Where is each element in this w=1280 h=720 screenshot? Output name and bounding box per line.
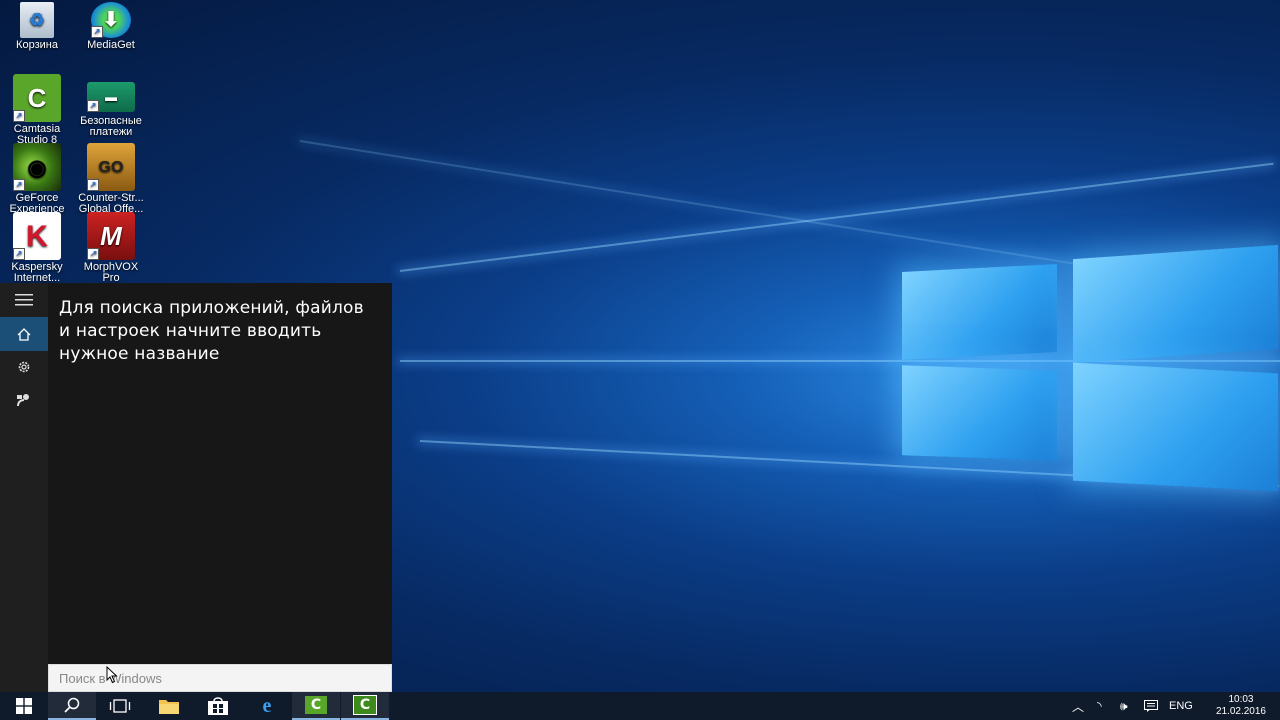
- camtasia-recorder-taskbar-button[interactable]: C: [341, 692, 389, 720]
- search-panel: Для поиска приложений, файлов и настроек…: [0, 283, 392, 692]
- language-indicator[interactable]: ENG: [1169, 692, 1193, 720]
- network-button[interactable]: ◝: [1097, 692, 1102, 720]
- action-center-button[interactable]: [1144, 692, 1158, 720]
- start-button[interactable]: [0, 692, 48, 720]
- home-icon[interactable]: [0, 317, 48, 351]
- feedback-icon[interactable]: [0, 383, 48, 417]
- chevron-up-icon: ︿: [1072, 699, 1085, 714]
- edge-icon: e: [262, 694, 272, 717]
- task-view-button[interactable]: [96, 692, 144, 720]
- windows-icon: [16, 698, 32, 714]
- safe-payments-icon: ▬ ↗: [87, 82, 135, 112]
- desktop-icon-mediaget[interactable]: ⬇ ↗ MediaGet: [75, 2, 147, 51]
- desktop-icon-geforce[interactable]: ◉ ↗ GeForce Experience: [1, 143, 73, 215]
- camtasia-taskbar-button[interactable]: C: [292, 692, 340, 720]
- search-icon: [64, 697, 80, 713]
- clock[interactable]: 10:03 21.02.2016: [1216, 694, 1266, 718]
- gear-icon[interactable]: [0, 350, 48, 384]
- notification-icon: [1144, 700, 1158, 712]
- desktop-icon-safe-payments[interactable]: ▬ ↗ Безопасные платежи: [75, 74, 147, 138]
- store-button[interactable]: [194, 692, 242, 720]
- clock-time: 10:03: [1228, 694, 1254, 705]
- windows-logo-light: [880, 230, 1280, 510]
- task-view-icon: [109, 699, 131, 713]
- show-hidden-icons-button[interactable]: ︿: [1072, 692, 1084, 720]
- csgo-icon: GO ↗: [87, 143, 135, 191]
- store-icon: [208, 697, 228, 715]
- camtasia-recorder-icon: C: [353, 695, 377, 715]
- file-explorer-button[interactable]: [145, 692, 193, 720]
- search-input[interactable]: [49, 665, 391, 691]
- morphvox-icon: M ↗: [87, 212, 135, 260]
- kaspersky-icon: K ↗: [13, 212, 61, 260]
- clock-date: 21.02.2016: [1215, 706, 1266, 717]
- desktop-icon-kaspersky[interactable]: K ↗ Kaspersky Internet...: [1, 212, 73, 284]
- search-taskbar-button[interactable]: [48, 692, 96, 720]
- search-box[interactable]: [48, 664, 392, 692]
- camtasia-icon: C ↗: [13, 74, 61, 122]
- edge-button[interactable]: e: [243, 692, 291, 720]
- desktop-icon-camtasia[interactable]: C ↗ Camtasia Studio 8: [1, 74, 73, 146]
- language-label: ENG: [1169, 700, 1193, 712]
- folder-icon: [159, 700, 179, 714]
- camtasia-taskbar-icon: C: [305, 696, 327, 714]
- geforce-icon: ◉ ↗: [13, 143, 61, 191]
- mouse-cursor-icon: [106, 666, 118, 684]
- volume-button[interactable]: 🕪: [1120, 692, 1128, 720]
- menu-icon[interactable]: [0, 283, 48, 317]
- mediaget-icon: ⬇ ↗: [91, 2, 131, 38]
- desktop-icon-recycle-bin[interactable]: ♻ Корзина: [1, 2, 73, 51]
- speaker-icon: 🕪: [1120, 698, 1128, 713]
- desktop-icon-morphvox[interactable]: M ↗ MorphVOX Pro: [75, 212, 147, 284]
- search-panel-rail: [0, 283, 48, 692]
- recycle-bin-icon: ♻: [20, 2, 54, 38]
- wifi-icon: ◝: [1097, 699, 1102, 713]
- desktop-icon-csgo[interactable]: GO ↗ Counter-Str... Global Offe...: [75, 143, 147, 215]
- search-hint: Для поиска приложений, файлов и настроек…: [59, 298, 364, 364]
- taskbar: e C C ︿ ◝ 🕪 ENG 10:03 21.02.2016: [0, 692, 1280, 720]
